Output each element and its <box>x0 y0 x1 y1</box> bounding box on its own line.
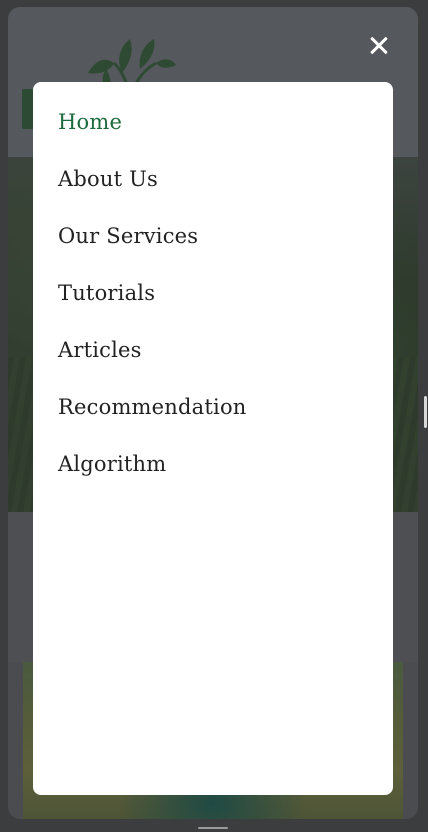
menu-item-our-services[interactable]: Our Services <box>58 222 247 279</box>
menu-item-articles[interactable]: Articles <box>58 336 247 393</box>
home-indicator[interactable] <box>198 827 228 829</box>
menu-list: Home About Us Our Services Tutorials Art… <box>58 108 247 507</box>
scrollbar-thumb[interactable] <box>424 396 427 428</box>
menu-item-about-us[interactable]: About Us <box>58 165 247 222</box>
menu-item-tutorials[interactable]: Tutorials <box>58 279 247 336</box>
close-icon[interactable] <box>364 31 394 61</box>
device-frame: Home About Us Our Services Tutorials Art… <box>0 0 428 832</box>
menu-item-recommendation[interactable]: Recommendation <box>58 393 247 450</box>
navigation-menu: Home About Us Our Services Tutorials Art… <box>33 82 393 795</box>
menu-item-algorithm[interactable]: Algorithm <box>58 450 247 507</box>
menu-item-home[interactable]: Home <box>58 108 247 165</box>
